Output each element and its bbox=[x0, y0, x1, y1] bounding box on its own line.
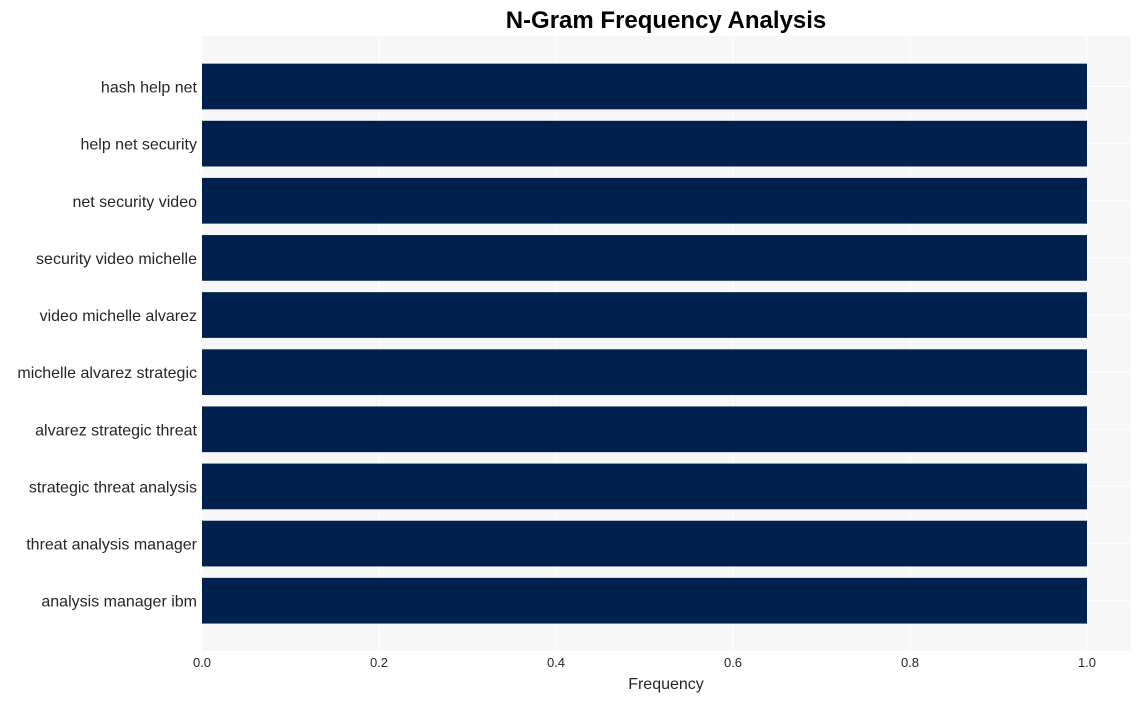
bar bbox=[202, 120, 1087, 167]
bar bbox=[202, 520, 1087, 567]
y-tick-label: net security video bbox=[72, 194, 197, 211]
y-tick-label: threat analysis manager bbox=[26, 537, 197, 554]
y-tick-label: alvarez strategic threat bbox=[35, 422, 197, 439]
x-tick-label: 0.4 bbox=[547, 655, 565, 670]
y-tick-label: help net security bbox=[80, 137, 197, 154]
bar bbox=[202, 406, 1087, 453]
x-tick-label: 1.0 bbox=[1078, 655, 1096, 670]
x-tick-label: 0.0 bbox=[193, 655, 211, 670]
bar bbox=[202, 292, 1087, 338]
y-tick-label: hash help net bbox=[101, 80, 198, 97]
y-tick-label: analysis manager ibm bbox=[41, 594, 197, 611]
x-tick-label: 0.6 bbox=[724, 655, 742, 670]
bar bbox=[202, 577, 1087, 624]
bar bbox=[202, 235, 1087, 281]
y-tick-label: strategic threat analysis bbox=[29, 479, 197, 496]
bar bbox=[202, 349, 1087, 396]
x-tick-labels: 0.0 0.2 0.4 0.6 0.8 1.0 bbox=[193, 655, 1096, 670]
y-tick-labels: hash help net help net security net securi… bbox=[17, 80, 197, 611]
bar bbox=[202, 463, 1087, 510]
y-tick-label: security video michelle bbox=[36, 251, 197, 268]
x-tick-label: 0.8 bbox=[901, 655, 919, 670]
y-tick-label: michelle alvarez strategic bbox=[17, 365, 197, 382]
x-axis-label: Frequency bbox=[628, 676, 704, 693]
bar bbox=[202, 63, 1087, 110]
bar bbox=[202, 177, 1087, 224]
x-tick-label: 0.2 bbox=[370, 655, 388, 670]
chart-title: N-Gram Frequency Analysis bbox=[506, 7, 827, 34]
y-tick-label: video michelle alvarez bbox=[40, 308, 197, 325]
ngram-chart: N-Gram Frequency Analysis hash help neth… bbox=[17, 7, 1131, 693]
